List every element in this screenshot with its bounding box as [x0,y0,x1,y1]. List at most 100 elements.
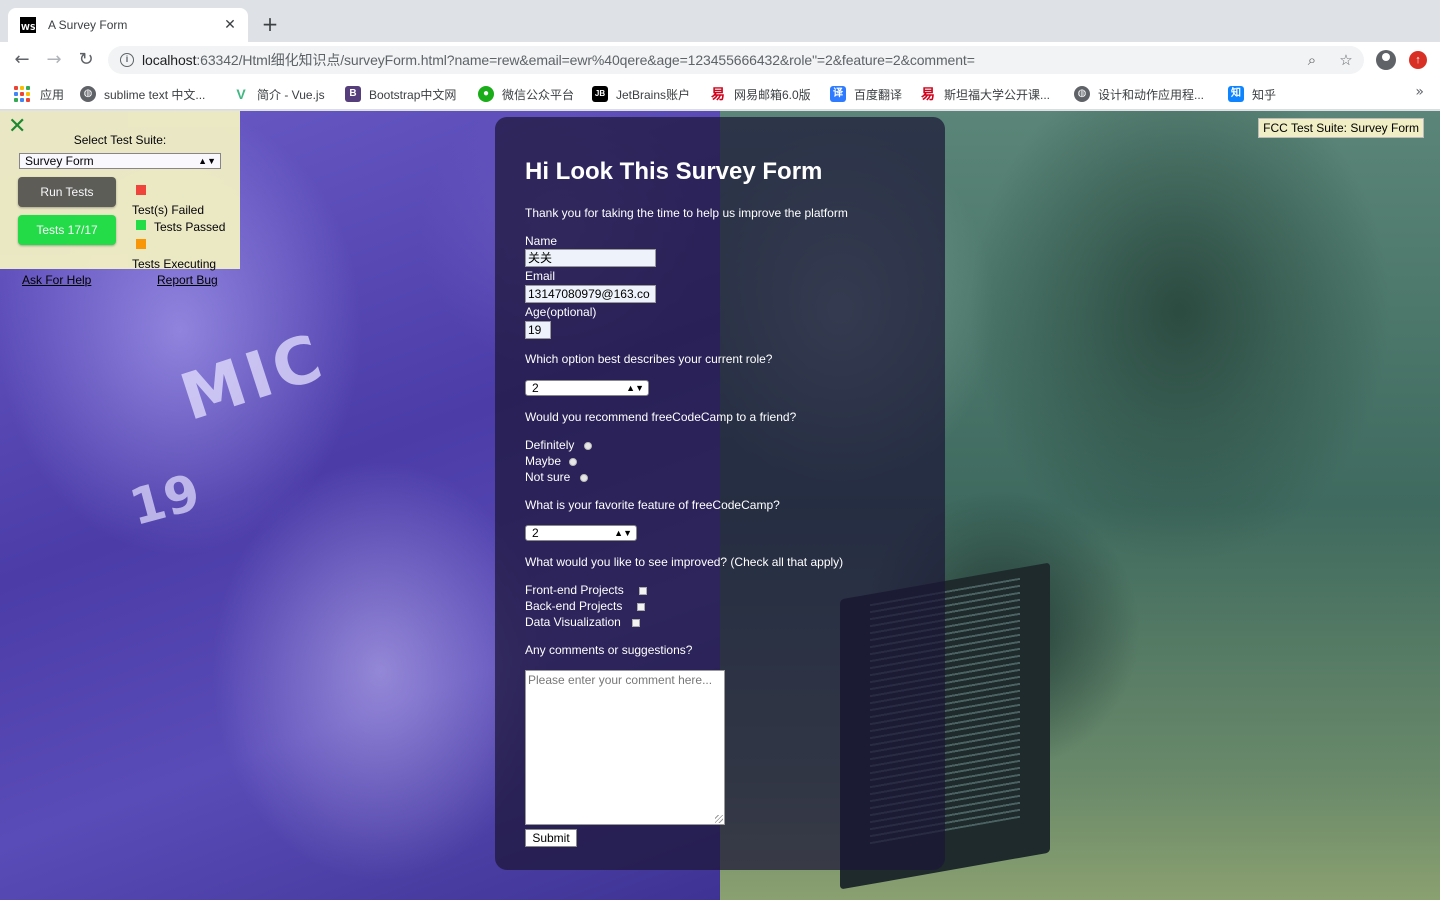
fcc-suite-badge: FCC Test Suite: Survey Form [1258,118,1424,138]
radio-maybe[interactable] [569,458,577,466]
fcc-test-panel: ✕ Select Test Suite: Survey Form ▲▼ Run … [0,111,240,271]
tab-close-icon[interactable]: ✕ [222,17,238,33]
netease-icon: 易 [711,86,725,102]
resize-handle-icon[interactable] [715,815,723,823]
radio-label-maybe: Maybe [525,454,562,468]
tab-strip: WS A Survey Form ✕ + [0,0,1440,42]
browser-tab[interactable]: WS A Survey Form ✕ [8,8,248,42]
webstorm-favicon-icon: WS [20,17,36,33]
chrome-update-icon[interactable]: ↑ [1409,51,1427,69]
reload-icon[interactable]: ↻ [74,48,98,72]
site-info-icon[interactable]: i [120,53,134,67]
failed-legend-square [136,185,146,195]
report-bug-link[interactable]: Report Bug [157,273,218,287]
bookmark-zhihu[interactable]: 知 知乎 [1228,84,1276,104]
forward-arrow-icon[interactable]: → [42,48,66,72]
new-tab-icon[interactable]: + [258,12,282,36]
jetbrains-icon: JB [592,86,608,102]
url-text[interactable]: localhost:63342/Html细化知识点/surveyForm.htm… [142,50,975,70]
wechat-icon: ● [478,86,494,102]
role-dropdown-value: 2 [532,381,539,395]
bookmark-wechat[interactable]: ● 微信公众平台 [478,84,574,104]
name-label: Name [525,234,558,248]
baidu-translate-icon: 译 [830,86,846,102]
globe-icon: ◍ [1074,86,1090,102]
run-tests-button[interactable]: Run Tests [18,177,116,207]
comment-textarea[interactable]: Please enter your comment here... [525,670,725,825]
role-question: Which option best describes your current… [525,352,773,366]
bookmark-star-icon[interactable]: ☆ [1336,50,1356,70]
checkbox-frontend[interactable] [639,587,647,595]
role-dropdown[interactable]: 2 ▲▼ [525,380,649,396]
checkbox-label-frontend: Front-end Projects [525,583,624,597]
checkbox-dataviz[interactable] [632,619,640,627]
netease-icon: 易 [921,86,935,102]
comment-question: Any comments or suggestions? [525,643,693,657]
name-field[interactable]: 关关 [525,249,656,267]
bookmark-baidu-translate[interactable]: 译 百度翻译 [830,84,902,104]
bookmark-label: 微信公众平台 [502,87,575,102]
globe-icon: ◍ [80,86,96,102]
bookmark-design-apps[interactable]: ◍ 设计和动作应用程... [1074,84,1204,104]
bookmark-bootstrap[interactable]: B Bootstrap中文网 [345,84,456,104]
bookmark-label: 应用 [40,87,65,102]
bookmark-jetbrains[interactable]: JB JetBrains账户 [592,84,690,104]
feature-dropdown[interactable]: 2 ▲▼ [525,525,637,541]
apps-grid-icon [14,86,30,102]
email-field[interactable]: 13147080979@163.co [525,285,656,303]
age-field[interactable]: 19 [525,321,551,339]
feature-question: What is your favorite feature of freeCod… [525,498,780,512]
bookmark-label: JetBrains账户 [616,87,691,102]
bookmark-label: Bootstrap中文网 [369,87,457,102]
profile-avatar-icon[interactable] [1376,50,1396,70]
bookmark-stanford[interactable]: 易 斯坦福大学公开课... [920,84,1050,104]
url-host: localhost [142,52,197,68]
recommend-question: Would you recommend freeCodeCamp to a fr… [525,410,797,424]
bookmark-label: 知乎 [1252,87,1277,102]
bookmark-netease-mail[interactable]: 易 网易邮箱6.0版 [710,84,811,104]
tab-title: A Survey Form [48,18,128,32]
select-arrows-icon: ▲▼ [614,528,632,538]
more-bookmarks-icon[interactable]: » [1415,84,1424,100]
bookmark-label: 简介 - Vue.js [257,87,325,102]
zhihu-icon: 知 [1228,86,1244,102]
bookmark-label: 斯坦福大学公开课... [944,87,1051,102]
test-suite-select[interactable]: Survey Form ▲▼ [19,153,221,169]
failed-legend-label: Test(s) Failed [132,203,205,217]
survey-form-card: Hi Look This Survey Form Thank you for t… [495,117,945,870]
form-description: Thank you for taking the time to help us… [525,206,848,220]
passed-legend-square [136,220,146,230]
bookmark-apps[interactable]: 应用 [14,84,64,104]
select-arrows-icon: ▲▼ [198,156,216,166]
age-label: Age(optional) [525,305,597,319]
select-suite-label: Select Test Suite: [73,133,167,147]
bookmark-label: sublime text 中文... [104,87,206,102]
checkbox-backend[interactable] [637,603,645,611]
address-bar[interactable]: i localhost:63342/Html细化知识点/surveyForm.h… [108,46,1364,74]
bootstrap-icon: B [345,86,361,102]
zoom-icon[interactable]: ⌕ [1302,50,1322,70]
feature-dropdown-value: 2 [532,526,539,540]
url-path: :63342/Html细化知识点/surveyForm.html?name=re… [196,52,975,68]
email-label: Email [525,269,556,283]
radio-label-not-sure: Not sure [525,470,571,484]
ask-for-help-link[interactable]: Ask For Help [22,273,91,287]
page-title: Hi Look This Survey Form [525,158,823,185]
back-arrow-icon[interactable]: ← [10,48,34,72]
checkbox-label-backend: Back-end Projects [525,599,623,613]
bookmark-vue[interactable]: V 简介 - Vue.js [233,84,325,104]
radio-label-definitely: Definitely [525,438,575,452]
bookmark-label: 百度翻译 [854,87,903,102]
radio-definitely[interactable] [584,442,592,450]
submit-button[interactable]: Submit [525,829,577,847]
bookmark-label: 设计和动作应用程... [1098,87,1205,102]
radio-not-sure[interactable] [580,474,588,482]
bookmark-label: 网易邮箱6.0版 [734,87,811,102]
passed-legend-label: Tests Passed [154,220,226,234]
test-suite-value: Survey Form [25,154,94,168]
comment-placeholder: Please enter your comment here... [528,673,713,687]
executing-legend-label: Tests Executing [132,257,217,271]
bookmark-sublime[interactable]: ◍ sublime text 中文... [80,84,205,104]
tests-result-button[interactable]: Tests 17/17 [18,215,116,245]
page-content: MIC 19 ✕ Select Test Suite: Survey Form … [0,111,1440,900]
